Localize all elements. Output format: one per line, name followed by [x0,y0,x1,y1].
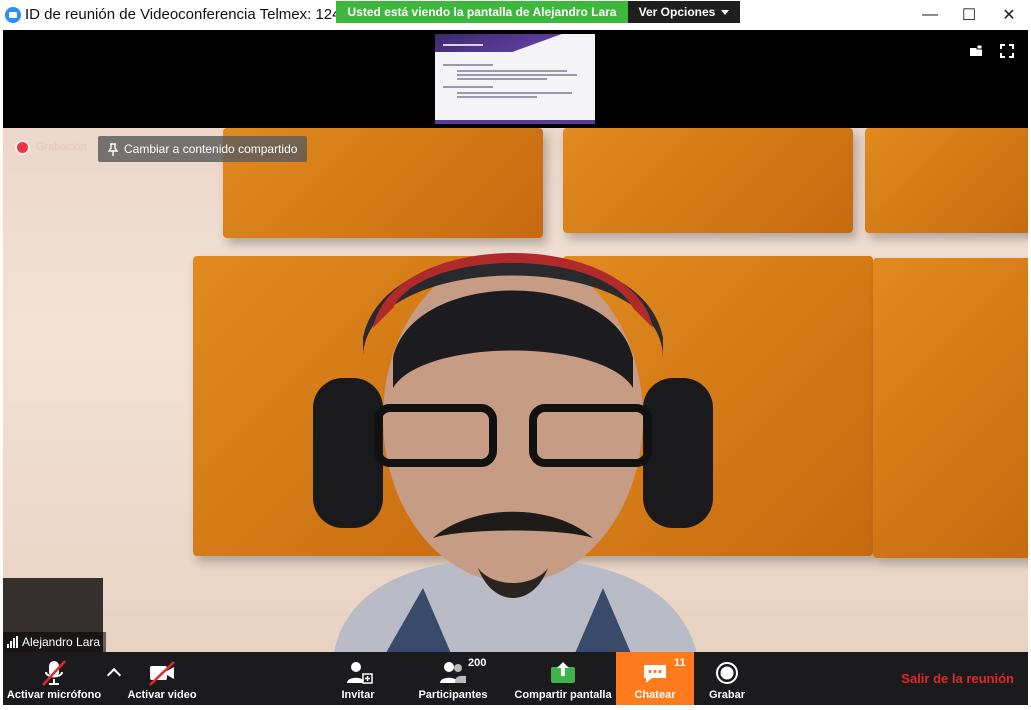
close-button[interactable]: ✕ [986,0,1031,30]
participant-name: Alejandro Lara [22,635,101,649]
invite-label: Invitar [341,689,375,701]
recording-indicator: Grabación [17,141,87,153]
participant-name-tag: Alejandro Lara [3,632,107,652]
record-icon [716,662,738,684]
switch-button-label: Cambiar a contenido compartido [124,142,298,156]
share-screen-button[interactable]: Compartir pantalla [513,652,613,705]
participants-count: 200 [468,657,487,669]
participants-button[interactable]: Participantes 200 [413,652,493,705]
title-bar: ID de reunión de Videoconferencia Telmex… [0,0,1031,30]
participants-label: Participantes [418,689,488,701]
record-button[interactable]: Grabar [703,652,751,705]
recording-label: Grabación [36,141,87,153]
leave-meeting-button[interactable]: Salir de la reunión [901,671,1014,686]
chat-label: Chatear [634,689,676,701]
shared-content-strip [3,30,1028,128]
start-video-button[interactable]: Activar video [125,652,199,705]
record-label: Grabar [708,689,746,701]
pin-icon [108,142,118,156]
participants-icon [440,662,466,683]
share-screen-label: Compartir pantalla [514,689,612,701]
meeting-stage: Grabación Cambiar a contenido compartido… [3,30,1028,652]
chat-button[interactable]: Chatear 11 [616,652,694,705]
share-screen-icon [551,662,575,683]
window-title: ID de reunión de Videoconferencia Telmex… [25,6,341,23]
view-options-button[interactable]: Ver Opciones [628,1,740,23]
caret-down-icon [721,9,730,15]
start-video-label: Activar video [127,689,197,701]
view-mode-icon[interactable] [969,44,983,58]
chat-unread-count: 11 [674,657,686,669]
invite-icon [347,662,373,684]
switch-to-shared-content-button[interactable]: Cambiar a contenido compartido [98,136,308,162]
invite-button[interactable]: Invitar [336,652,380,705]
screen-share-banner: Usted está viendo la pantalla de Alejand… [336,1,740,23]
meeting-toolbar: Activar micrófono Activar video Invitar … [3,652,1028,705]
shared-screen-thumbnail[interactable] [435,34,595,124]
unmute-button[interactable]: Activar micrófono [6,652,102,705]
audio-options-caret[interactable] [104,652,124,705]
fullscreen-icon[interactable] [1000,44,1014,58]
video-off-icon [149,661,175,686]
zoom-logo-icon [5,7,21,23]
participant-video: Grabación Cambiar a contenido compartido… [3,128,1028,652]
viewing-screen-text: Usted está viendo la pantalla de Alejand… [336,1,628,23]
chat-icon [644,665,666,683]
recording-dot-icon [17,141,28,153]
signal-icon [7,636,18,648]
unmute-label: Activar micrófono [6,689,102,701]
view-options-label: Ver Opciones [638,5,716,19]
mic-off-icon [42,660,66,686]
participant-figure [313,253,713,652]
